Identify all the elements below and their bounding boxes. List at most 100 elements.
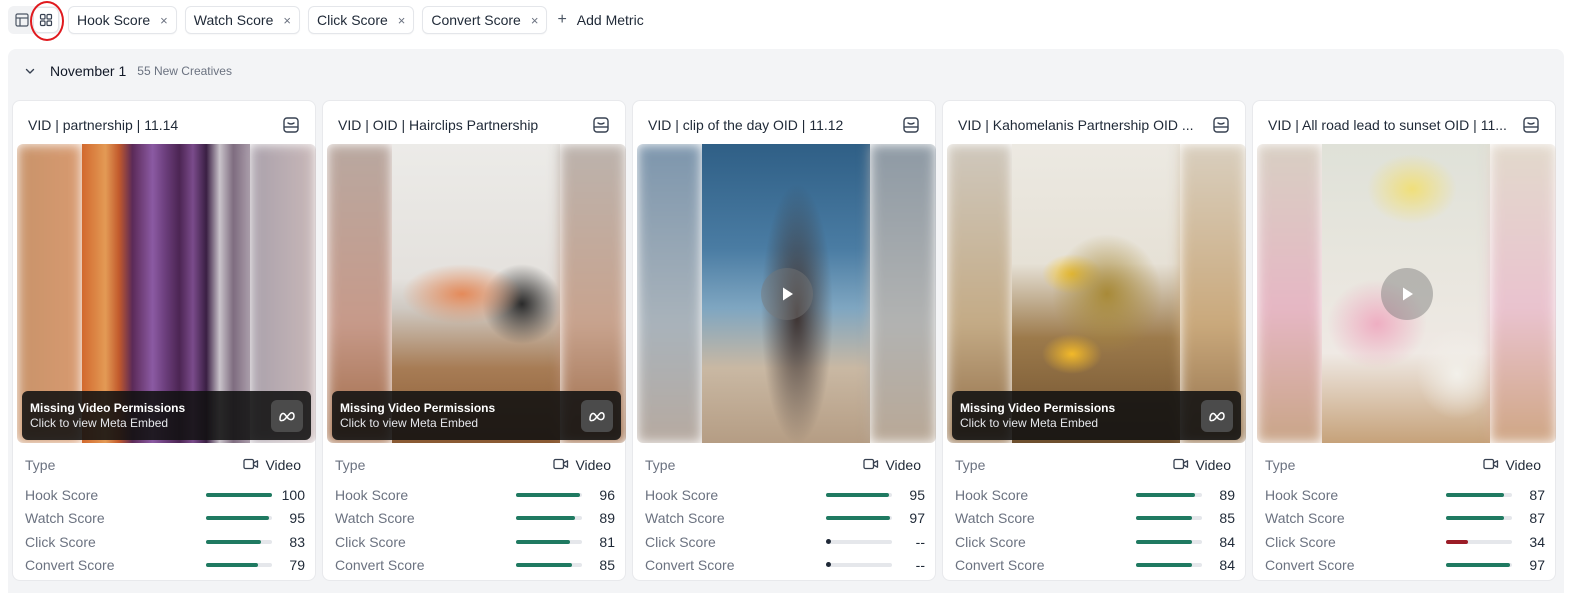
score-bar: [515, 516, 583, 521]
close-icon[interactable]: ×: [160, 13, 168, 28]
score-bar-fill: [515, 563, 573, 568]
meta-icon[interactable]: [581, 399, 613, 432]
metric-list: Hook Score 100 Watch Score 95 Click Score 83 C…: [25, 483, 305, 577]
metric-chip-watch-score[interactable]: Watch Score ×: [184, 6, 300, 34]
add-metric-label: Add Metric: [576, 12, 644, 28]
missing-permissions-banner[interactable]: Missing Video Permissions Click to view …: [952, 391, 1241, 440]
metric-row: Convert Score 85: [335, 554, 615, 578]
metric-list: Hook Score 89 Watch Score 85 Click Score 84 Co…: [955, 483, 1235, 577]
metric-label: Watch Score: [335, 510, 415, 527]
score-bar: [825, 562, 893, 568]
chip-label: Hook Score: [77, 12, 151, 28]
close-icon[interactable]: ×: [531, 13, 539, 28]
preview-icon[interactable]: [591, 115, 611, 135]
score-bar: [825, 516, 893, 521]
metric-value: 85: [1219, 510, 1235, 527]
permissions-subtitle: Click to view Meta Embed: [30, 415, 169, 430]
missing-permissions-banner[interactable]: Missing Video Permissions Click to view …: [332, 391, 621, 440]
metric-row: Click Score 83: [25, 530, 305, 554]
metric-list: Hook Score 95 Watch Score 97 Click Score -- Co…: [645, 483, 925, 577]
permissions-title: Missing Video Permissions: [340, 400, 496, 415]
metric-chip-click-score[interactable]: Click Score ×: [307, 6, 415, 34]
metric-value: 89: [1219, 486, 1235, 503]
creative-card[interactable]: VID | All road lead to sunset OID | 11..…: [1252, 100, 1556, 581]
metric-value: 85: [599, 557, 615, 574]
video-icon: [863, 457, 885, 474]
score-bar: [515, 539, 583, 544]
creative-thumbnail[interactable]: [1257, 144, 1556, 443]
score-bar: [1135, 539, 1203, 544]
metric-label: Convert Score: [25, 557, 115, 574]
creative-card[interactable]: VID | partnership | 11.14 Missing Video …: [12, 100, 316, 581]
video-icon: [553, 457, 575, 474]
metric-toolbar: Hook Score × Watch Score × Click Score ×…: [8, 5, 644, 35]
score-bar: [1445, 539, 1513, 544]
metric-row: Hook Score 89: [955, 483, 1235, 507]
metric-value: 87: [1529, 486, 1545, 503]
metric-row: Hook Score 100: [25, 483, 305, 507]
score-bar: [205, 516, 273, 521]
creative-card[interactable]: VID | OID | Hairclips Partnership Missin…: [322, 100, 626, 581]
play-button[interactable]: [760, 267, 813, 320]
meta-icon[interactable]: [1201, 399, 1233, 432]
creative-thumbnail[interactable]: Missing Video Permissions Click to view …: [327, 144, 626, 443]
creative-thumbnail[interactable]: Missing Video Permissions Click to view …: [947, 144, 1246, 443]
metric-label: Hook Score: [25, 486, 99, 503]
plus-icon: +: [557, 11, 567, 28]
creative-thumbnail[interactable]: Missing Video Permissions Click to view …: [17, 144, 316, 443]
metric-row: Hook Score 96: [335, 483, 615, 507]
creative-thumbnail[interactable]: [637, 144, 936, 443]
preview-icon[interactable]: [901, 115, 921, 135]
creative-title: VID | All road lead to sunset OID | 11..…: [1268, 117, 1507, 133]
score-bar-fill: [515, 539, 570, 544]
meta-icon[interactable]: [271, 399, 303, 432]
creative-card[interactable]: VID | clip of the day OID | 11.12 Type V…: [632, 100, 936, 581]
metric-label: Click Score: [1265, 533, 1336, 550]
group-header[interactable]: November 1 55 New Creatives: [24, 63, 232, 79]
metric-chip-convert-score[interactable]: Convert Score ×: [422, 6, 548, 34]
permissions-title: Missing Video Permissions: [30, 400, 186, 415]
metric-label: Click Score: [335, 533, 406, 550]
type-text: Video: [1195, 457, 1231, 473]
metric-row: Click Score 84: [955, 530, 1235, 554]
preview-icon[interactable]: [1521, 115, 1541, 135]
metric-chip-hook-score[interactable]: Hook Score ×: [68, 6, 177, 34]
type-text: Video: [265, 457, 301, 473]
score-bar-fill: [1135, 492, 1195, 497]
score-bar: [205, 539, 273, 544]
preview-icon[interactable]: [1211, 115, 1231, 135]
play-button[interactable]: [1380, 267, 1433, 320]
metric-label: Click Score: [25, 533, 96, 550]
creative-card[interactable]: VID | Kahomelanis Partnership OID ... Mi…: [942, 100, 1246, 581]
preview-icon[interactable]: [281, 115, 301, 135]
score-bar-fill: [205, 563, 259, 568]
score-bar: [825, 538, 893, 544]
metric-label: Convert Score: [645, 557, 735, 574]
add-metric-button[interactable]: + Add Metric: [557, 6, 643, 34]
metric-value: 97: [909, 510, 925, 527]
type-text: Video: [575, 457, 611, 473]
score-bar-fill: [825, 516, 891, 521]
metric-label: Hook Score: [1265, 486, 1339, 503]
metric-list: Hook Score 87 Watch Score 87 Click Score 34 Co…: [1265, 483, 1545, 577]
metric-value: --: [915, 533, 925, 550]
type-label: Type: [1265, 457, 1296, 473]
chip-label: Click Score: [316, 12, 388, 28]
close-icon[interactable]: ×: [283, 13, 291, 28]
permissions-subtitle: Click to view Meta Embed: [340, 415, 479, 430]
metric-label: Watch Score: [1265, 510, 1345, 527]
type-text: Video: [1505, 457, 1541, 473]
score-bar: [1445, 563, 1513, 568]
score-bar: [515, 492, 583, 497]
metric-value: 100: [281, 486, 305, 503]
score-bar-fill: [1445, 539, 1469, 544]
close-icon[interactable]: ×: [398, 13, 406, 28]
metric-label: Watch Score: [645, 510, 725, 527]
creative-title: VID | Kahomelanis Partnership OID ...: [958, 117, 1194, 133]
missing-permissions-banner[interactable]: Missing Video Permissions Click to view …: [22, 391, 311, 440]
metric-label: Convert Score: [335, 557, 425, 574]
metric-value: --: [915, 557, 925, 574]
type-label: Type: [955, 457, 986, 473]
score-bar-fill: [205, 539, 261, 544]
empty-score-dot: [825, 538, 831, 544]
